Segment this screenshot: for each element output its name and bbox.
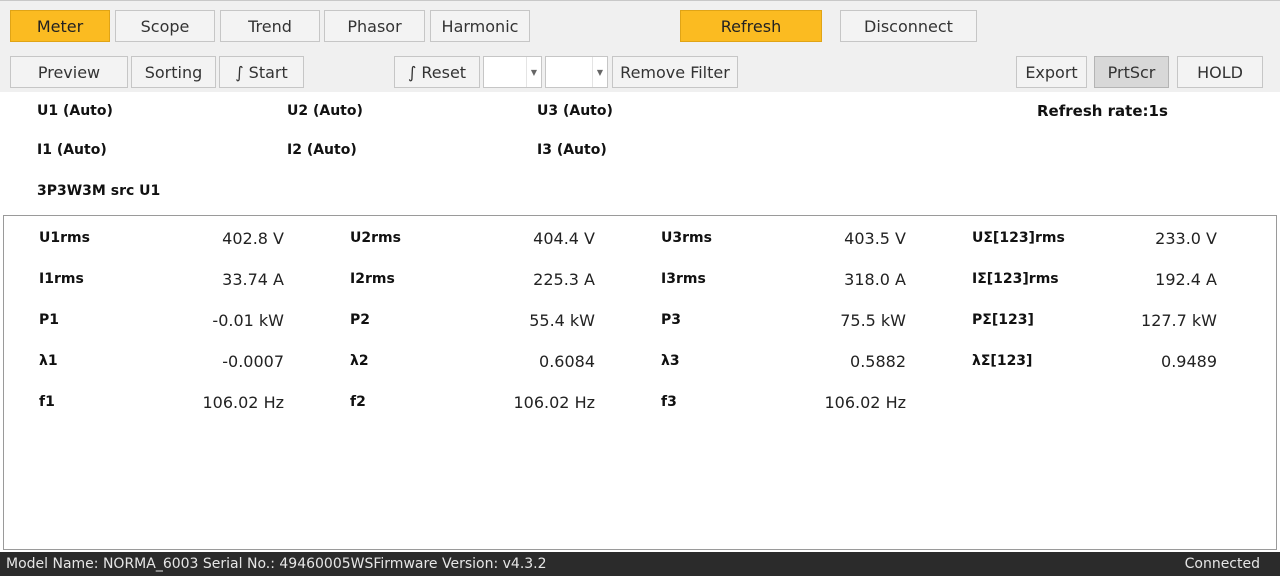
measurement-name: P1 [39, 312, 60, 328]
measurement-name: I3rms [661, 271, 706, 287]
chevron-down-icon[interactable]: ▼ [592, 57, 607, 87]
refresh-button[interactable]: Refresh [680, 10, 822, 42]
tab-meter[interactable]: Meter [10, 10, 110, 42]
measurement-value: 402.8 V [222, 229, 284, 248]
measurement-name: U2rms [350, 230, 401, 246]
status-bar: Model Name: NORMA_6003 Serial No.: 49460… [0, 552, 1280, 576]
measurement-value: 106.02 Hz [513, 393, 596, 412]
range-i2: I2 (Auto) [287, 142, 357, 158]
filter-select-2[interactable]: ▼ [545, 56, 608, 88]
prtscr-button[interactable]: PrtScr [1094, 56, 1169, 88]
measurement-value: -0.01 kW [212, 311, 284, 330]
integration-reset-button[interactable]: ∫ Reset [394, 56, 480, 88]
range-u1: U1 (Auto) [37, 103, 113, 119]
measurement-value: -0.0007 [222, 352, 284, 371]
measurement-value: 0.6084 [539, 352, 595, 371]
measurement-name: f3 [661, 394, 677, 410]
filter-select-1[interactable]: ▼ [483, 56, 542, 88]
measurement-panel: U1rms 402.8 V U2rms 404.4 V U3rms 403.5 V UΣ[1… [3, 215, 1277, 550]
measurement-value: 0.9489 [1161, 352, 1217, 371]
measurement-name: f1 [39, 394, 55, 410]
range-u3: U3 (Auto) [537, 103, 613, 119]
refresh-rate: Refresh rate:1s [1037, 102, 1168, 120]
measurement-name: P2 [350, 312, 371, 328]
measurement-name: λΣ[123] [972, 353, 1033, 369]
measurement-value: 106.02 Hz [824, 393, 907, 412]
chevron-down-icon[interactable]: ▼ [526, 57, 541, 87]
sorting-button[interactable]: Sorting [131, 56, 216, 88]
export-button[interactable]: Export [1016, 56, 1087, 88]
measurement-value: 127.7 kW [1141, 311, 1217, 330]
measurement-name: I2rms [350, 271, 395, 287]
measurement-name: UΣ[123]rms [972, 230, 1065, 246]
hold-button[interactable]: HOLD [1177, 56, 1263, 88]
range-i3: I3 (Auto) [537, 142, 607, 158]
measurement-name: I1rms [39, 271, 84, 287]
tab-phasor[interactable]: Phasor [324, 10, 425, 42]
measurement-name: f2 [350, 394, 366, 410]
measurement-name: λ2 [350, 353, 369, 369]
measurement-value: 192.4 A [1155, 270, 1217, 289]
range-i1: I1 (Auto) [37, 142, 107, 158]
measurement-value: 403.5 V [844, 229, 906, 248]
disconnect-button[interactable]: Disconnect [840, 10, 977, 42]
toolbar: Meter Scope Trend Phasor Harmonic Refres… [0, 0, 1280, 92]
preview-button[interactable]: Preview [10, 56, 128, 88]
measurement-value: 404.4 V [533, 229, 595, 248]
measurement-value: 318.0 A [844, 270, 906, 289]
integration-start-button[interactable]: ∫ Start [219, 56, 304, 88]
measurement-name: λ3 [661, 353, 680, 369]
device-info: Model Name: NORMA_6003 Serial No.: 49460… [6, 556, 547, 572]
measurement-value: 233.0 V [1155, 229, 1217, 248]
measurement-name: P3 [661, 312, 682, 328]
measurement-value: 106.02 Hz [202, 393, 285, 412]
remove-filter-button[interactable]: Remove Filter [612, 56, 738, 88]
tab-scope[interactable]: Scope [115, 10, 215, 42]
measurement-value: 55.4 kW [529, 311, 595, 330]
measurement-value: 0.5882 [850, 352, 906, 371]
measurement-value: 225.3 A [533, 270, 595, 289]
wiring-mode: 3P3W3M src U1 [37, 183, 161, 199]
measurement-name: λ1 [39, 353, 58, 369]
tab-harmonic[interactable]: Harmonic [430, 10, 530, 42]
range-u2: U2 (Auto) [287, 103, 363, 119]
measurement-name: U1rms [39, 230, 90, 246]
tab-trend[interactable]: Trend [220, 10, 320, 42]
measurement-name: PΣ[123] [972, 312, 1034, 328]
measurement-name: IΣ[123]rms [972, 271, 1059, 287]
connection-status: Connected [1184, 556, 1260, 572]
measurement-value: 75.5 kW [840, 311, 906, 330]
measurement-value: 33.74 A [222, 270, 284, 289]
measurement-name: U3rms [661, 230, 712, 246]
